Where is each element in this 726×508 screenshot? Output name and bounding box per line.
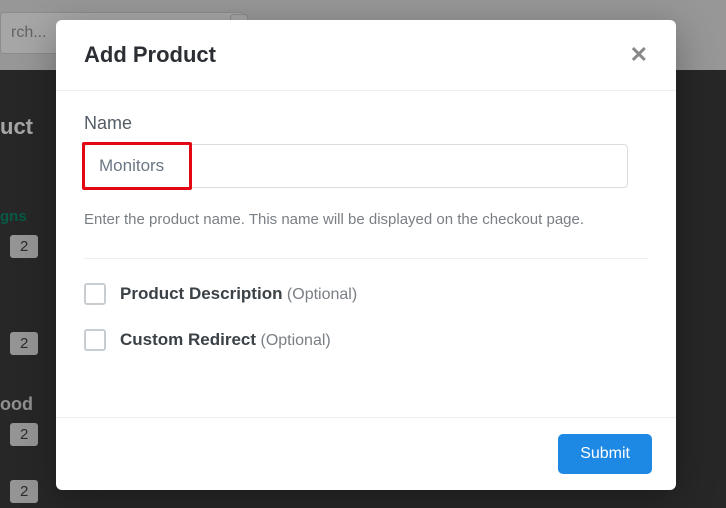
add-product-modal: Add Product ✕ Name Enter the product nam…	[56, 20, 676, 490]
custom-redirect-suffix: (Optional)	[260, 332, 330, 349]
modal-header: Add Product ✕	[56, 20, 676, 91]
close-button[interactable]: ✕	[630, 44, 648, 66]
name-input-wrap	[84, 144, 628, 188]
modal-body: Name Enter the product name. This name w…	[56, 91, 676, 417]
custom-redirect-row[interactable]: Custom Redirect (Optional)	[84, 329, 648, 351]
custom-redirect-checkbox[interactable]	[84, 329, 106, 351]
modal-footer: Submit	[56, 417, 676, 490]
product-description-checkbox[interactable]	[84, 283, 106, 305]
product-description-suffix: (Optional)	[287, 286, 357, 303]
name-help-text: Enter the product name. This name will b…	[84, 208, 604, 232]
product-description-label: Product Description	[120, 284, 282, 303]
divider	[84, 258, 648, 259]
submit-button[interactable]: Submit	[558, 434, 652, 474]
modal-title: Add Product	[84, 42, 216, 68]
product-description-label-wrap: Product Description (Optional)	[120, 284, 357, 304]
name-label: Name	[84, 113, 648, 134]
custom-redirect-label: Custom Redirect	[120, 330, 256, 349]
name-input[interactable]	[84, 144, 628, 188]
product-description-row[interactable]: Product Description (Optional)	[84, 283, 648, 305]
custom-redirect-label-wrap: Custom Redirect (Optional)	[120, 330, 331, 350]
